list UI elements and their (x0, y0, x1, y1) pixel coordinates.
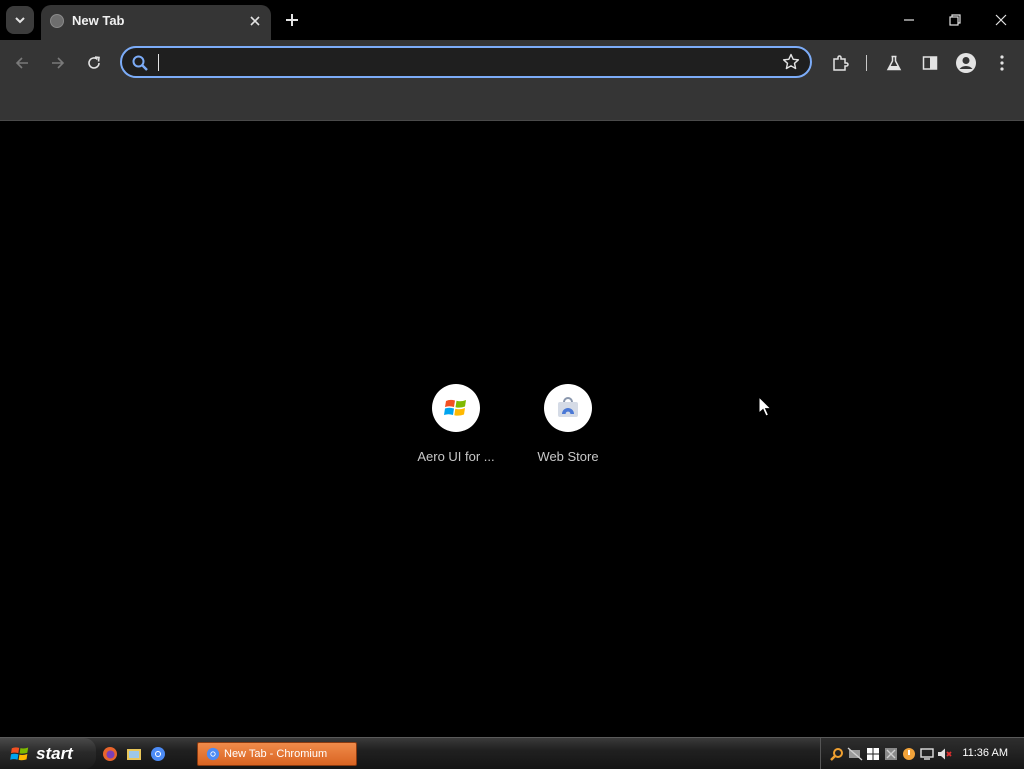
search-icon[interactable] (829, 746, 845, 762)
new-tab-button[interactable] (280, 8, 304, 32)
toolbar (0, 40, 1024, 86)
arrow-left-icon (15, 57, 28, 69)
windows-logo-icon (10, 746, 29, 760)
tab-close-button[interactable] (246, 12, 264, 30)
new-tab-page: Aero UI for ... Web Store (0, 121, 1024, 735)
mouse-pointer-icon (758, 396, 772, 417)
taskbar: start New Tab - Chromium 11:36 AM (0, 737, 1024, 769)
taskbar-item-chromium[interactable]: New Tab - Chromium (197, 742, 357, 766)
toolbar-divider (866, 55, 867, 71)
address-input[interactable] (156, 52, 760, 74)
kebab-menu-icon (1000, 55, 1004, 71)
network-disabled-icon[interactable] (847, 746, 863, 762)
reload-icon (88, 56, 100, 69)
minimize-button[interactable] (892, 4, 926, 36)
tab-strip: New Tab (0, 0, 1024, 40)
tab-title: New Tab (72, 13, 125, 28)
chevron-down-icon (15, 17, 25, 24)
close-icon (250, 16, 260, 26)
forward-button[interactable] (44, 49, 72, 77)
tab-favicon-icon (50, 14, 64, 28)
web-store-icon (558, 397, 578, 417)
windows-flag-icon[interactable] (865, 746, 881, 762)
volume-muted-icon[interactable] (937, 746, 953, 762)
firefox-icon[interactable] (100, 744, 120, 764)
side-panel-icon (922, 56, 938, 70)
restore-button[interactable] (938, 4, 972, 36)
shortcut-label: Web Store (537, 449, 599, 464)
close-icon (995, 14, 1007, 26)
taskbar-item-label: New Tab - Chromium (224, 748, 328, 760)
shortcut-icon-circle (544, 384, 592, 432)
system-tray: 11:36 AM (820, 738, 1024, 769)
start-button[interactable]: start (0, 738, 96, 769)
address-bar[interactable] (120, 46, 812, 78)
extensions-button[interactable] (826, 49, 854, 77)
chromium-icon (206, 747, 220, 761)
quick-launch (100, 742, 168, 766)
display-icon[interactable] (919, 746, 935, 762)
minimize-icon (904, 19, 914, 21)
avatar-icon (956, 53, 976, 73)
file-manager-icon[interactable] (124, 744, 144, 764)
start-label: start (36, 743, 73, 763)
shortcut-label: Aero UI for ... (417, 449, 495, 464)
side-panel-button[interactable] (916, 49, 944, 77)
shortcut-icon-circle (432, 384, 480, 432)
puzzle-icon (833, 55, 849, 71)
settings-icon[interactable] (883, 746, 899, 762)
profile-button[interactable] (952, 49, 980, 77)
reload-button[interactable] (80, 49, 108, 77)
restore-icon (949, 14, 961, 26)
labs-button[interactable] (880, 49, 908, 77)
tab-new-tab[interactable]: New Tab (41, 5, 271, 40)
security-shield-icon[interactable] (901, 746, 917, 762)
windows-logo-icon (444, 399, 466, 416)
plus-icon (286, 14, 298, 26)
shortcut-tile[interactable]: Web Store (518, 384, 618, 464)
menu-button[interactable] (988, 49, 1016, 77)
bookmarks-bar (0, 86, 1024, 121)
back-button[interactable] (8, 49, 36, 77)
chromium-icon[interactable] (148, 744, 168, 764)
tab-search-button[interactable] (6, 6, 34, 34)
close-window-button[interactable] (984, 4, 1018, 36)
shortcut-tile[interactable]: Aero UI for ... (406, 384, 506, 464)
bookmark-star-icon[interactable] (782, 53, 800, 71)
text-caret (158, 54, 159, 71)
clock: 11:36 AM (962, 747, 1008, 759)
search-icon (132, 55, 148, 71)
arrow-right-icon (52, 57, 65, 69)
flask-icon (886, 55, 902, 71)
